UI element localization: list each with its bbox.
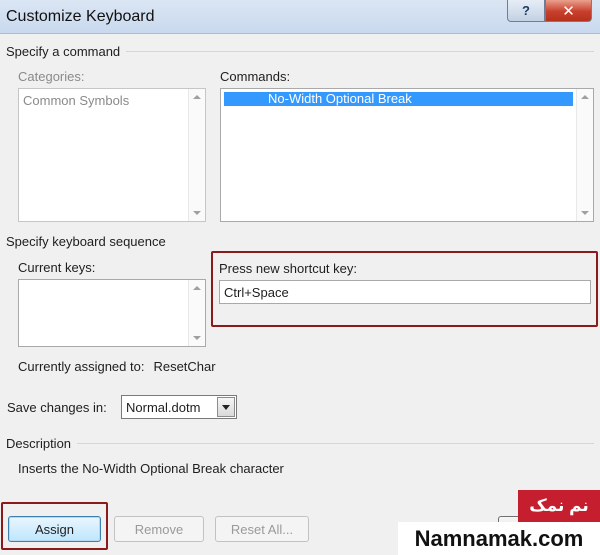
watermark-logo-en: Namnamak.com xyxy=(398,522,600,555)
scroll-up-icon[interactable] xyxy=(193,95,201,99)
help-button[interactable]: ? xyxy=(507,0,545,22)
close-button[interactable]: ✕ xyxy=(545,0,592,22)
assigned-label: Currently assigned to: xyxy=(18,359,145,374)
window-title: Customize Keyboard xyxy=(6,8,155,25)
current-keys-list[interactable] xyxy=(18,279,206,347)
command-group-header: Specify a command xyxy=(6,44,594,59)
assign-button[interactable]: Assign xyxy=(8,516,101,542)
description-title: Description xyxy=(6,436,72,451)
reset-all-button[interactable]: Reset All... xyxy=(215,516,309,542)
watermark-logo-fa: نم نمک xyxy=(518,490,600,522)
current-keys-label: Current keys: xyxy=(18,260,96,275)
current-keys-scrollbar[interactable] xyxy=(188,280,205,346)
scroll-up-icon[interactable] xyxy=(581,95,589,99)
scroll-down-icon[interactable] xyxy=(193,336,201,340)
remove-button-label: Remove xyxy=(134,521,184,537)
new-shortcut-value: Ctrl+Space xyxy=(224,285,289,300)
save-changes-value: Normal.dotm xyxy=(126,400,201,415)
commands-list[interactable]: No-Width Optional Break xyxy=(220,88,594,222)
categories-label: Categories: xyxy=(18,69,85,84)
list-item[interactable]: Common Symbols xyxy=(23,93,129,108)
dropdown-button[interactable] xyxy=(217,397,235,417)
sequence-group-title: Specify keyboard sequence xyxy=(6,234,166,249)
commands-label: Commands: xyxy=(220,69,291,84)
remove-button[interactable]: Remove xyxy=(114,516,204,542)
description-group-header: Description xyxy=(6,436,594,451)
assigned-value: ResetChar xyxy=(153,359,216,374)
chevron-down-icon xyxy=(222,405,230,410)
group-divider xyxy=(126,51,594,52)
assign-button-label: Assign xyxy=(34,521,75,537)
help-icon: ? xyxy=(522,3,530,18)
assigned-row: Currently assigned to: ResetChar xyxy=(18,359,216,374)
title-bar: Customize Keyboard ? ✕ xyxy=(0,0,600,34)
commands-scrollbar[interactable] xyxy=(576,89,593,221)
shortcut-highlight: Press new shortcut key: Ctrl+Space xyxy=(211,251,598,327)
save-changes-label: Save changes in: xyxy=(7,400,107,415)
categories-scrollbar[interactable] xyxy=(188,89,205,221)
command-group-title: Specify a command xyxy=(6,44,121,59)
list-item-selected[interactable]: No-Width Optional Break xyxy=(224,92,573,106)
scroll-down-icon[interactable] xyxy=(193,211,201,215)
scroll-down-icon[interactable] xyxy=(581,211,589,215)
description-text: Inserts the No-Width Optional Break char… xyxy=(18,461,284,476)
save-changes-dropdown[interactable]: Normal.dotm xyxy=(121,395,237,419)
categories-list[interactable]: Common Symbols xyxy=(18,88,206,222)
new-shortcut-input[interactable]: Ctrl+Space xyxy=(219,280,591,304)
scroll-up-icon[interactable] xyxy=(193,286,201,290)
group-divider xyxy=(77,443,594,444)
reset-all-button-label: Reset All... xyxy=(230,521,294,537)
new-shortcut-label: Press new shortcut key: xyxy=(219,261,357,276)
close-icon: ✕ xyxy=(562,2,575,20)
sequence-group-header: Specify keyboard sequence xyxy=(6,234,206,249)
